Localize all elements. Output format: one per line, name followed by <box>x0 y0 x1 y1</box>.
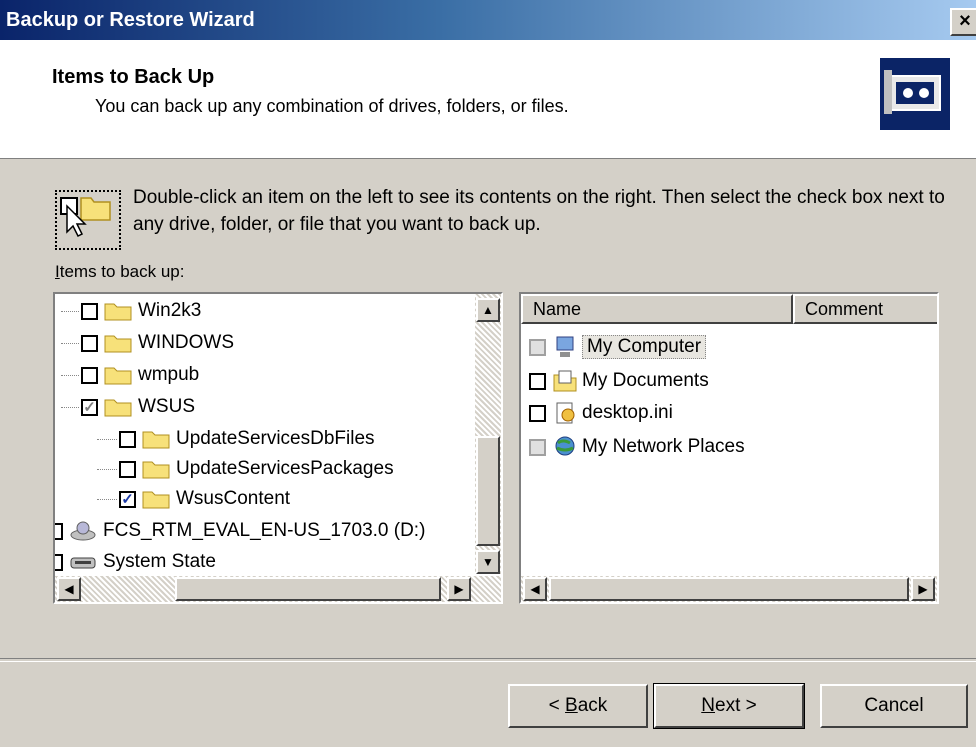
tree-item-label: UpdateServicesDbFiles <box>176 428 375 449</box>
scroll-up-icon[interactable]: ▲ <box>476 298 500 322</box>
tree-item-label: WSUS <box>138 396 195 417</box>
window-title: Backup or Restore Wizard <box>6 9 255 31</box>
list-item-checkbox[interactable] <box>529 404 546 422</box>
wizard-header: Items to Back Up You can back up any com… <box>0 40 976 159</box>
list-horizontal-scrollbar[interactable]: ◀ ▶ <box>521 576 937 602</box>
tree-item[interactable]: FCS_RTM_EVAL_EN-US_1703.0 (D:) <box>55 516 425 546</box>
page-subtitle: You can back up any combination of drive… <box>95 96 569 116</box>
folder-icon <box>104 399 132 417</box>
tree-item[interactable]: ✓ WsusContent <box>97 484 290 514</box>
tree-horizontal-scrollbar[interactable]: ◀ ▶ <box>55 576 501 602</box>
list-item[interactable]: My Documents <box>529 366 709 396</box>
items-tree[interactable]: Win2k3 WINDOWS wmpub ✓ WSUS UpdateServic… <box>53 292 503 604</box>
list-item-label: My Documents <box>582 370 709 391</box>
title-bar: Backup or Restore Wizard × <box>0 0 976 40</box>
tree-item-checkbox[interactable] <box>119 460 136 478</box>
list-item-label: desktop.ini <box>582 402 673 423</box>
backup-wizard-icon <box>880 58 950 130</box>
tree-label: Items to back up: <box>55 262 184 282</box>
items-list[interactable]: Name Comment My Computer My Documents de… <box>519 292 939 604</box>
tree-item[interactable]: UpdateServicesDbFiles <box>97 424 375 454</box>
scroll-down-icon[interactable]: ▼ <box>476 550 500 574</box>
tree-vscroll-thumb[interactable] <box>476 436 500 546</box>
tree-item[interactable]: wmpub <box>61 360 199 390</box>
tree-item-label: wmpub <box>138 364 200 385</box>
list-item-label: My Network Places <box>582 436 745 457</box>
close-button[interactable]: × <box>950 8 976 36</box>
back-button-prefix: < <box>548 695 566 716</box>
list-hscroll-thumb[interactable] <box>549 577 909 601</box>
tree-item-label: FCS_RTM_EVAL_EN-US_1703.0 (D:) <box>103 520 426 541</box>
scroll-left-icon[interactable]: ◀ <box>523 577 547 601</box>
tree-item[interactable]: ✓ WSUS <box>61 392 195 422</box>
folder-icon <box>142 431 170 449</box>
folder-icon <box>104 303 132 321</box>
tree-vertical-scrollbar[interactable]: ▲ ▼ <box>475 294 501 574</box>
folder-icon <box>104 335 132 353</box>
next-button[interactable]: Next > <box>653 683 805 729</box>
documents-icon <box>553 370 577 392</box>
tree-item-checkbox[interactable]: ✓ <box>119 490 136 508</box>
system-state-icon <box>70 557 96 569</box>
select-item-icon <box>55 190 121 250</box>
list-item[interactable]: My Network Places <box>529 432 745 462</box>
footer-divider <box>0 658 976 662</box>
list-item-label: My Computer <box>582 335 707 359</box>
tree-item-checkbox[interactable] <box>81 366 98 384</box>
list-item-checkbox[interactable] <box>529 338 546 356</box>
tree-item-checkbox[interactable] <box>55 522 63 540</box>
tree-item-checkbox[interactable]: ✓ <box>81 398 98 416</box>
scroll-right-icon[interactable]: ▶ <box>911 577 935 601</box>
back-button[interactable]: < Back <box>508 684 648 728</box>
list-item-checkbox[interactable] <box>529 372 546 390</box>
page-title: Items to Back Up <box>52 66 215 88</box>
cd-drive-icon <box>70 521 96 541</box>
cancel-button[interactable]: Cancel <box>820 684 968 728</box>
column-name[interactable]: Name <box>521 294 793 324</box>
column-comment[interactable]: Comment <box>793 294 937 324</box>
tree-item[interactable]: UpdateServicesPackages <box>97 454 394 484</box>
tree-item-label: System State <box>103 551 216 572</box>
tree-label-text: tems to back up: <box>59 262 185 281</box>
tree-item-checkbox[interactable] <box>81 334 98 352</box>
tree-item[interactable]: System State <box>55 547 216 577</box>
list-item[interactable]: My Computer <box>529 332 707 362</box>
scroll-left-icon[interactable]: ◀ <box>57 577 81 601</box>
back-button-label: ack <box>577 695 608 716</box>
folder-icon <box>104 367 132 385</box>
scroll-right-icon[interactable]: ▶ <box>447 577 471 601</box>
tree-item-checkbox[interactable] <box>55 553 63 571</box>
list-item[interactable]: desktop.ini <box>529 398 673 428</box>
next-button-accel: N <box>701 695 715 716</box>
folder-icon <box>142 461 170 479</box>
tree-item-label: UpdateServicesPackages <box>176 458 394 479</box>
tree-hscroll-thumb[interactable] <box>175 577 441 601</box>
tree-item[interactable]: WINDOWS <box>61 328 234 358</box>
computer-icon <box>556 336 574 357</box>
instruction-text: Double-click an item on the left to see … <box>133 187 945 235</box>
tree-item-label: WINDOWS <box>138 332 235 353</box>
tree-item-checkbox[interactable] <box>81 302 98 320</box>
list-item-checkbox[interactable] <box>529 438 546 456</box>
network-icon <box>555 436 575 456</box>
tree-item-label: WsusContent <box>176 488 291 509</box>
ini-file-icon <box>556 402 575 424</box>
tree-item[interactable]: Win2k3 <box>61 296 201 326</box>
tree-item-checkbox[interactable] <box>119 430 136 448</box>
next-button-label: ext > <box>715 695 757 716</box>
tree-item-label: Win2k3 <box>138 300 202 321</box>
folder-icon <box>142 491 170 509</box>
back-button-accel: B <box>565 695 578 716</box>
